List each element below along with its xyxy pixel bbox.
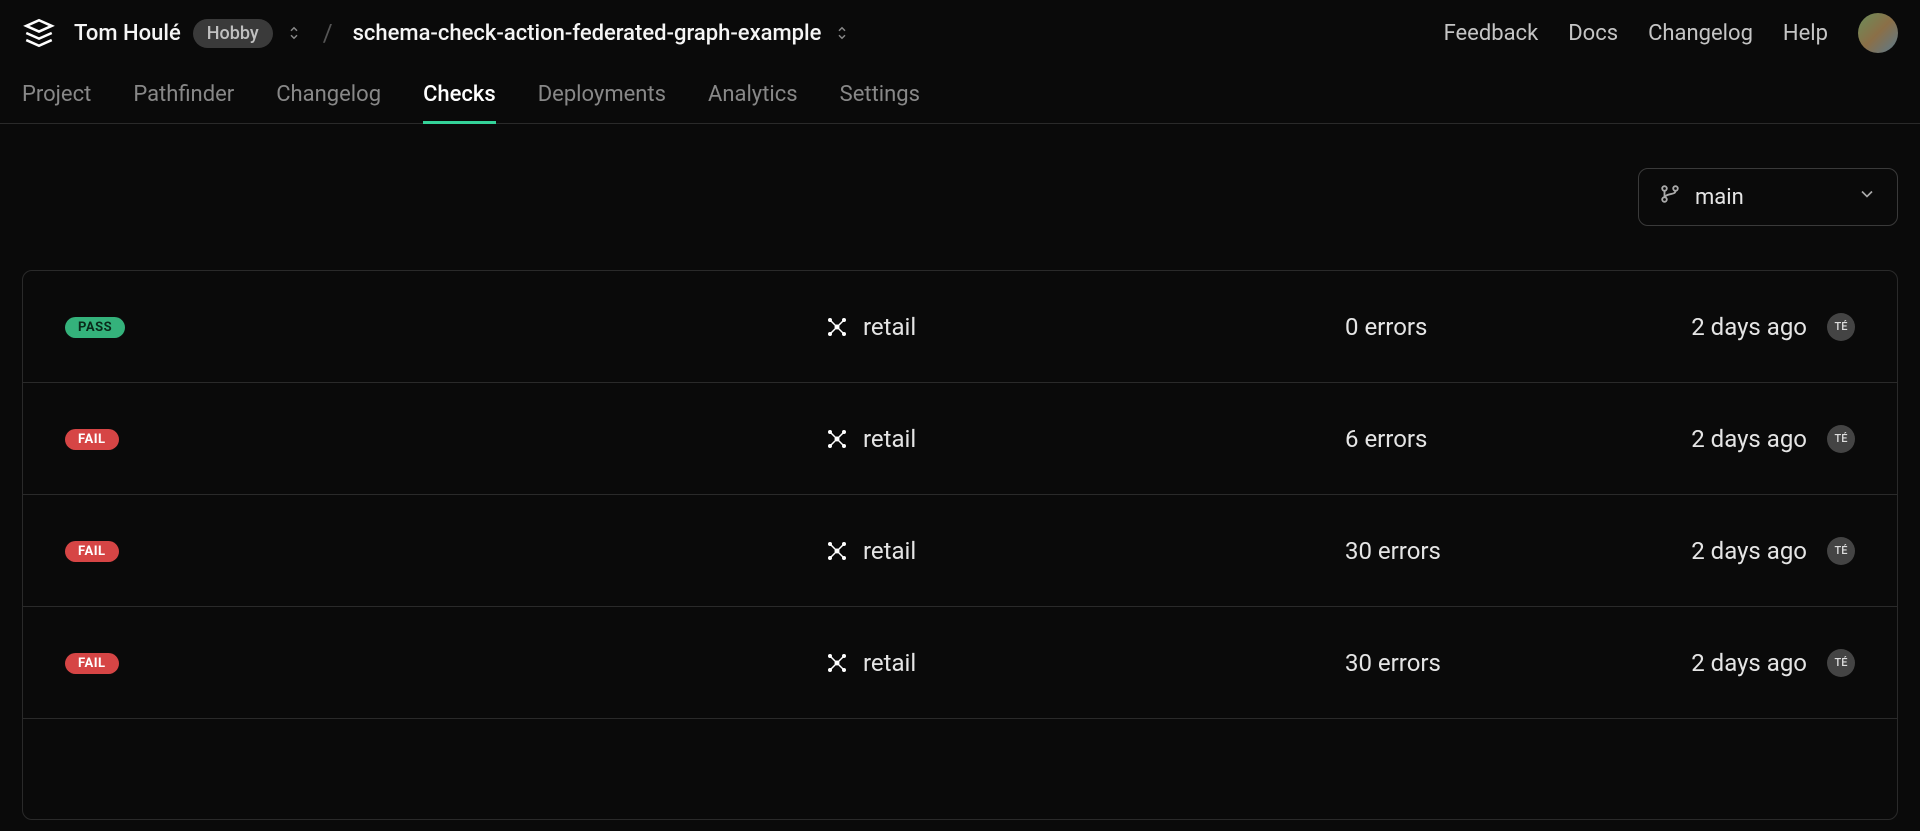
- author-avatar: TÉ: [1827, 649, 1855, 677]
- content: main PASS retail 0 errors 2 days ago TÉ FAIL r…: [0, 124, 1920, 820]
- status-badge: FAIL: [65, 541, 119, 562]
- check-subgraph-cell: retail: [825, 649, 1345, 677]
- subgraph-name: retail: [863, 537, 916, 565]
- tab-changelog[interactable]: Changelog: [276, 66, 381, 123]
- check-status-cell: PASS: [65, 316, 825, 338]
- feedback-link[interactable]: Feedback: [1444, 21, 1539, 46]
- chevron-down-icon: [1857, 184, 1877, 210]
- table-empty-space: [23, 719, 1897, 819]
- check-status-cell: FAIL: [65, 428, 825, 450]
- subgraph-icon: [825, 651, 849, 675]
- docs-link[interactable]: Docs: [1568, 21, 1618, 46]
- check-timestamp: 2 days ago: [1691, 313, 1807, 341]
- subgraph-name: retail: [863, 313, 916, 341]
- check-timestamp: 2 days ago: [1691, 649, 1807, 677]
- status-badge: FAIL: [65, 429, 119, 450]
- check-row[interactable]: FAIL retail 30 errors 2 days ago TÉ: [23, 607, 1897, 719]
- project-switcher[interactable]: schema-check-action-federated-graph-exam…: [353, 21, 852, 46]
- check-errors-cell: 30 errors: [1345, 649, 1665, 677]
- tab-settings[interactable]: Settings: [840, 66, 920, 123]
- subgraph-icon: [825, 427, 849, 451]
- author-avatar: TÉ: [1827, 425, 1855, 453]
- header: Tom Houlé Hobby / schema-check-action-fe…: [0, 0, 1920, 66]
- check-time-cell: 2 days ago TÉ: [1665, 313, 1855, 341]
- check-errors-cell: 0 errors: [1345, 313, 1665, 341]
- toolbar: main: [22, 168, 1898, 226]
- check-row[interactable]: FAIL retail 30 errors 2 days ago TÉ: [23, 495, 1897, 607]
- chevron-updown-icon: [285, 24, 303, 42]
- tab-analytics[interactable]: Analytics: [708, 66, 798, 123]
- tab-checks[interactable]: Checks: [423, 66, 496, 123]
- author-avatar: TÉ: [1827, 313, 1855, 341]
- check-row[interactable]: FAIL retail 6 errors 2 days ago TÉ: [23, 383, 1897, 495]
- check-errors-cell: 30 errors: [1345, 537, 1665, 565]
- check-time-cell: 2 days ago TÉ: [1665, 649, 1855, 677]
- changelog-link[interactable]: Changelog: [1648, 21, 1753, 46]
- avatar[interactable]: [1858, 13, 1898, 53]
- subgraph-name: retail: [863, 425, 916, 453]
- tab-deployments[interactable]: Deployments: [538, 66, 666, 123]
- check-subgraph-cell: retail: [825, 313, 1345, 341]
- check-row[interactable]: PASS retail 0 errors 2 days ago TÉ: [23, 271, 1897, 383]
- check-time-cell: 2 days ago TÉ: [1665, 425, 1855, 453]
- chevron-updown-icon: [833, 24, 851, 42]
- logo-icon[interactable]: [22, 16, 56, 50]
- status-badge: PASS: [65, 317, 125, 338]
- tabs: Project Pathfinder Changelog Checks Deployme…: [0, 66, 1920, 124]
- account-name: Tom Houlé: [74, 21, 181, 46]
- account-switcher[interactable]: Tom Houlé Hobby: [74, 19, 303, 48]
- tab-pathfinder[interactable]: Pathfinder: [133, 66, 234, 123]
- check-status-cell: FAIL: [65, 652, 825, 674]
- subgraph-icon: [825, 315, 849, 339]
- branch-icon: [1659, 183, 1681, 211]
- header-right: Feedback Docs Changelog Help: [1444, 13, 1898, 53]
- check-subgraph-cell: retail: [825, 537, 1345, 565]
- check-timestamp: 2 days ago: [1691, 537, 1807, 565]
- breadcrumb: Tom Houlé Hobby / schema-check-action-fe…: [74, 19, 851, 48]
- check-subgraph-cell: retail: [825, 425, 1345, 453]
- breadcrumb-separator: /: [323, 19, 333, 47]
- check-timestamp: 2 days ago: [1691, 425, 1807, 453]
- subgraph-name: retail: [863, 649, 916, 677]
- check-status-cell: FAIL: [65, 540, 825, 562]
- check-time-cell: 2 days ago TÉ: [1665, 537, 1855, 565]
- help-link[interactable]: Help: [1783, 21, 1828, 46]
- check-errors-cell: 6 errors: [1345, 425, 1665, 453]
- project-name: schema-check-action-federated-graph-exam…: [353, 21, 822, 46]
- tab-project[interactable]: Project: [22, 66, 91, 123]
- status-badge: FAIL: [65, 653, 119, 674]
- plan-badge: Hobby: [193, 19, 273, 48]
- branch-name: main: [1695, 185, 1744, 210]
- author-avatar: TÉ: [1827, 537, 1855, 565]
- branch-selector[interactable]: main: [1638, 168, 1898, 226]
- header-left: Tom Houlé Hobby / schema-check-action-fe…: [22, 16, 851, 50]
- subgraph-icon: [825, 539, 849, 563]
- checks-table: PASS retail 0 errors 2 days ago TÉ FAIL retail…: [22, 270, 1898, 820]
